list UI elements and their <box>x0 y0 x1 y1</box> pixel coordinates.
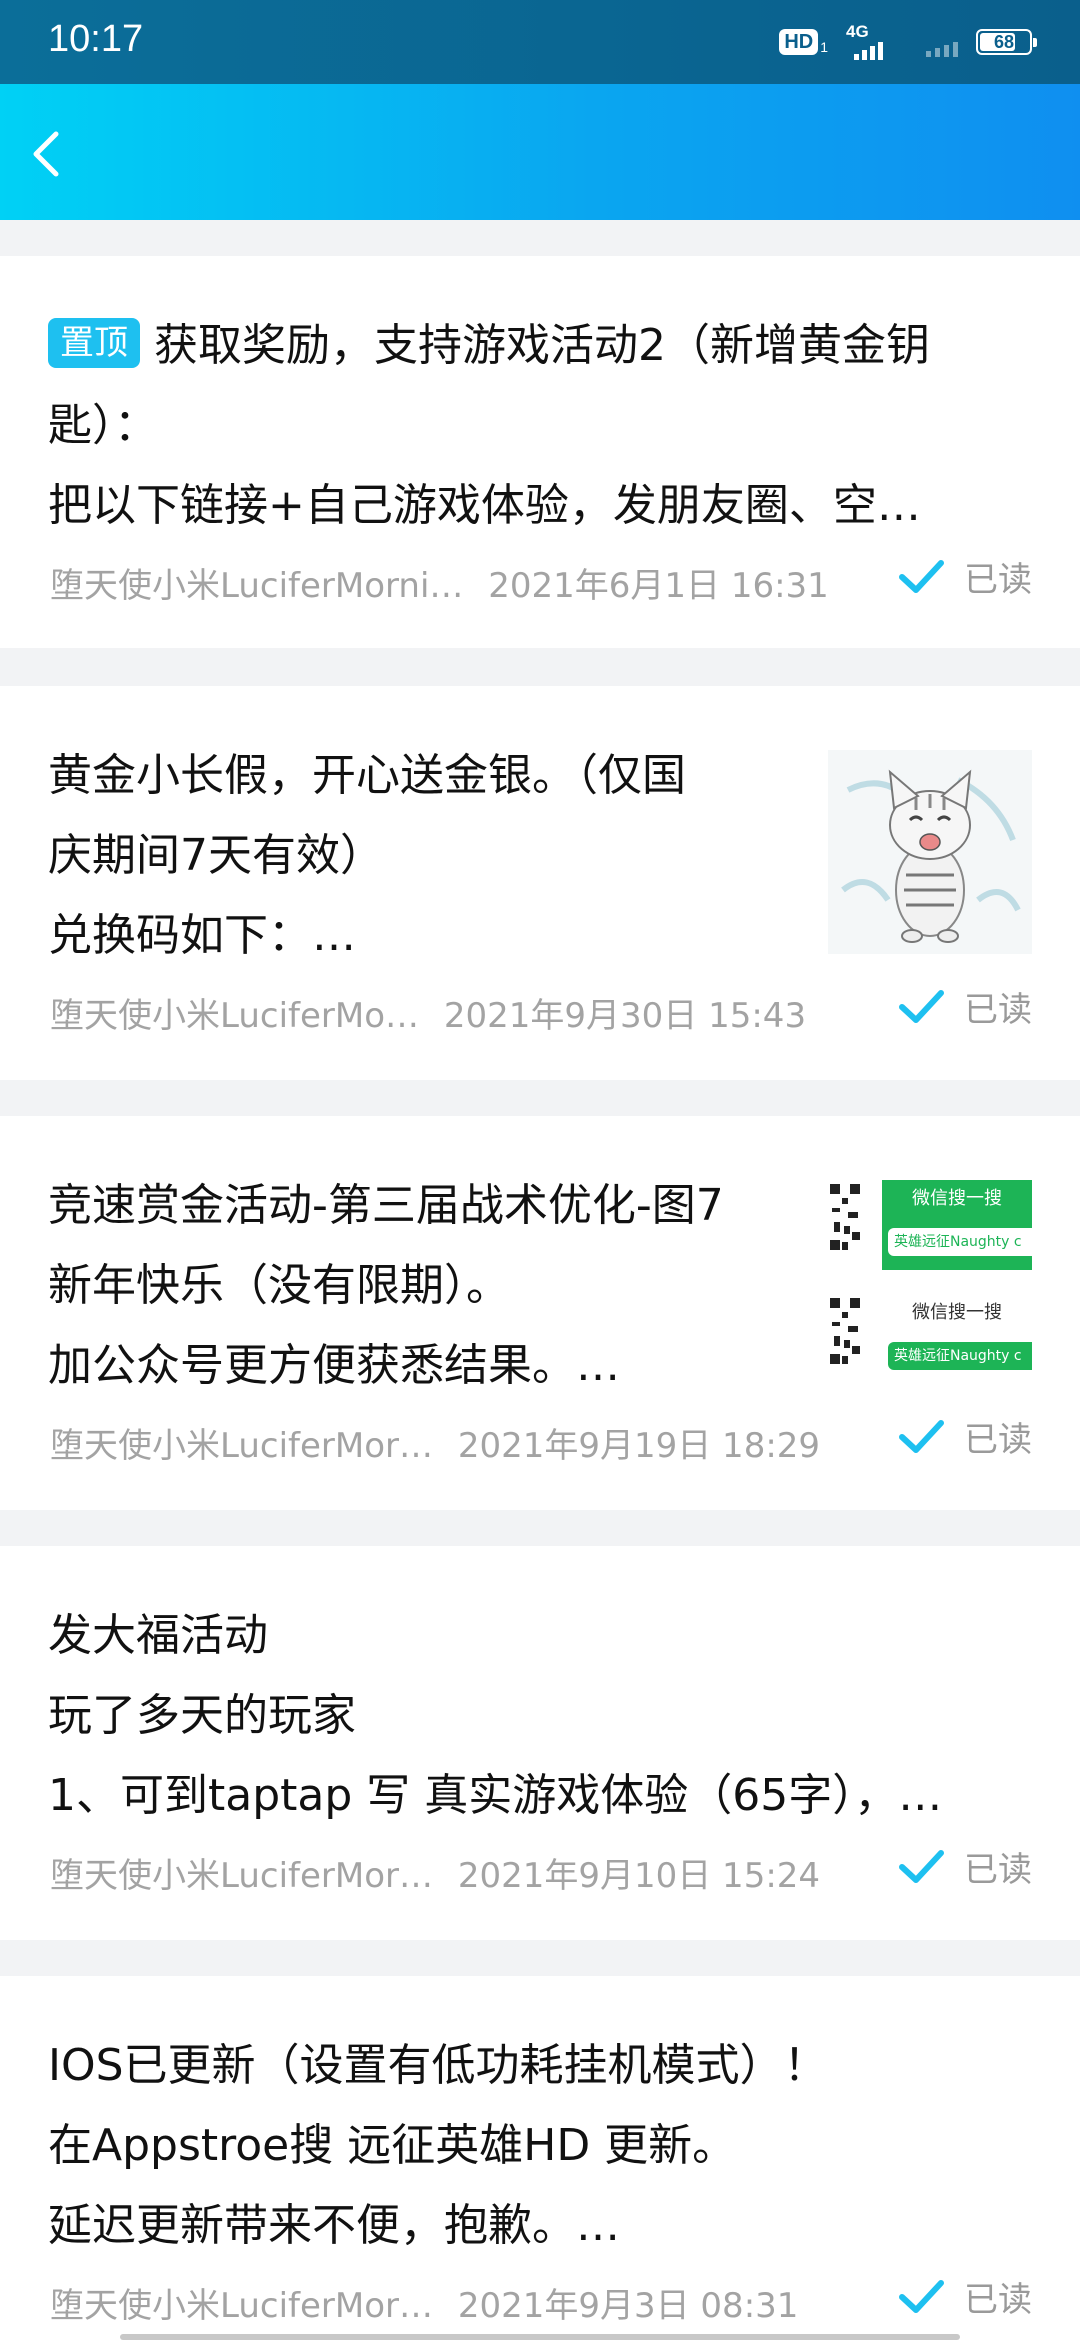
network-type: 4G <box>846 22 869 41</box>
home-indicator[interactable] <box>120 2334 960 2340</box>
post-preview-line: 玩了多天的玩家 <box>48 1690 356 1741</box>
qr-code-icon <box>828 1296 862 1366</box>
checkmark-icon <box>899 2279 944 2313</box>
kitten-illustration <box>828 750 1032 954</box>
post-preview-line: 延迟更新带来不便，抱歉。… <box>48 2200 620 2251</box>
post-card[interactable]: IOS已更新（设置有低功耗挂机模式）！ 在Appstroe搜 远征英雄HD 更新… <box>0 1976 1080 2340</box>
post-preview-line: 1、可到taptap 写 真实游戏体验（65字），… <box>48 1770 943 1821</box>
read-label: 已读 <box>964 1420 1032 1460</box>
post-date: 2021年9月30日 15:43 <box>443 996 807 1036</box>
qr-code-icon <box>828 1182 862 1252</box>
post-preview-line: 兑换码如下：… <box>48 910 356 961</box>
post-meta: 堕天使小米LuciferMor… 2021年9月19日 18:29 <box>50 1418 820 1467</box>
checkmark-icon <box>899 1849 944 1883</box>
checkmark-icon <box>899 1419 944 1453</box>
status-bar: 10:17 HD 1 4G 68 <box>0 0 1080 84</box>
read-status: 已读 <box>898 982 1032 1031</box>
post-card[interactable]: 置顶 获取奖励，支持游戏活动2（新增黄金钥 匙）： 把以下链接+自己游戏体验，发朋… <box>0 256 1080 648</box>
post-meta: 堕天使小米LuciferMor… 2021年9月10日 15:24 <box>50 1848 820 1897</box>
hd-indicator: HD 1 <box>779 29 828 55</box>
post-meta: 堕天使小米LuciferMorni… 2021年6月1日 16:31 <box>50 558 829 607</box>
back-button[interactable] <box>18 124 78 184</box>
post-title-line: 庆期间7天有效） <box>48 830 384 881</box>
signal-icon: 4G <box>846 22 898 62</box>
post-author: 堕天使小米LuciferMor… <box>50 1426 434 1466</box>
post-title-line: IOS已更新（设置有低功耗挂机模式）！ <box>48 2040 828 2091</box>
qr-banner: 微信搜一搜 英雄远征Naughty c <box>828 1294 1032 1384</box>
read-label: 已读 <box>964 560 1032 600</box>
post-title-line: 发大福活动 <box>48 1610 268 1661</box>
read-label: 已读 <box>964 1850 1032 1890</box>
wechat-search-banner: 微信搜一搜 英雄远征Naughty c <box>882 1294 1032 1384</box>
post-card[interactable]: 竞速赏金活动-第三届战术优化-图7 新年快乐（没有限期）。 加公众号更方便获悉结… <box>0 1116 1080 1510</box>
battery-level: 68 <box>993 31 1015 52</box>
post-thumbnail: 微信搜一搜 英雄远征Naughty c 微信搜一搜 英雄远征Naughty c <box>828 1180 1032 1384</box>
read-status: 已读 <box>898 1842 1032 1891</box>
read-status: 已读 <box>898 1412 1032 1461</box>
hd-badge: HD <box>779 29 819 55</box>
post-author: 堕天使小米LuciferMor… <box>50 1856 434 1896</box>
post-meta: 堕天使小米LuciferMor… 2021年9月3日 08:31 <box>50 2278 798 2327</box>
pinned-badge: 置顶 <box>48 318 140 368</box>
post-author: 堕天使小米LuciferMor… <box>50 2286 434 2326</box>
read-status: 已读 <box>898 2272 1032 2321</box>
post-preview-line: 把以下链接+自己游戏体验，发朋友圈、空… <box>48 480 921 531</box>
post-preview-line: 加公众号更方便获悉结果。… <box>48 1340 620 1391</box>
status-time: 10:17 <box>48 18 144 60</box>
banner-search-text: 英雄远征Naughty c <box>888 1228 1032 1256</box>
read-status: 已读 <box>898 552 1032 601</box>
post-title-line: 黄金小长假，开心送金银。（仅国 <box>48 750 686 801</box>
qr-banner: 微信搜一搜 英雄远征Naughty c <box>828 1180 1032 1270</box>
post-date: 2021年9月3日 08:31 <box>457 2286 799 2326</box>
post-text: 获取奖励，支持游戏活动2（新增黄金钥 <box>154 320 930 371</box>
second-signal-icon <box>926 27 958 57</box>
post-card[interactable]: 发大福活动 玩了多天的玩家 1、可到taptap 写 真实游戏体验（65字），…… <box>0 1546 1080 1940</box>
post-date: 2021年9月19日 18:29 <box>457 1426 821 1466</box>
banner-search-text: 英雄远征Naughty c <box>888 1342 1032 1370</box>
post-card[interactable]: 黄金小长假，开心送金银。（仅国 庆期间7天有效） 兑换码如下：… 堕天使小米Lu… <box>0 686 1080 1080</box>
post-title-line: 新年快乐（没有限期）。 <box>48 1260 510 1311</box>
banner-text: 微信搜一搜 <box>912 1302 1002 1323</box>
status-icons: HD 1 4G 68 <box>779 22 1037 62</box>
header-bar <box>0 84 1080 220</box>
post-meta: 堕天使小米LuciferMo… 2021年9月30日 15:43 <box>50 988 806 1037</box>
post-title-line: 匙）： <box>48 400 158 451</box>
post-date: 2021年6月1日 16:31 <box>488 566 829 606</box>
post-author: 堕天使小米LuciferMorni… <box>50 566 464 606</box>
wechat-search-banner: 微信搜一搜 英雄远征Naughty c <box>882 1180 1032 1270</box>
chevron-left-icon <box>33 131 59 177</box>
post-author: 堕天使小米LuciferMo… <box>50 996 420 1036</box>
post-thumbnail <box>828 750 1032 954</box>
read-label: 已读 <box>964 2280 1032 2320</box>
checkmark-icon <box>899 559 944 593</box>
post-title-line: 置顶 获取奖励，支持游戏活动2（新增黄金钥 <box>48 306 930 386</box>
hd-sub: 1 <box>820 39 828 55</box>
checkmark-icon <box>899 989 944 1023</box>
banner-text: 微信搜一搜 <box>912 1188 1002 1209</box>
battery-icon: 68 <box>976 29 1037 55</box>
post-date: 2021年9月10日 15:24 <box>457 1856 821 1896</box>
post-title-line: 竞速赏金活动-第三届战术优化-图7 <box>48 1180 724 1231</box>
read-label: 已读 <box>964 990 1032 1030</box>
post-preview-line: 在Appstroe搜 远征英雄HD 更新。 <box>48 2120 737 2171</box>
